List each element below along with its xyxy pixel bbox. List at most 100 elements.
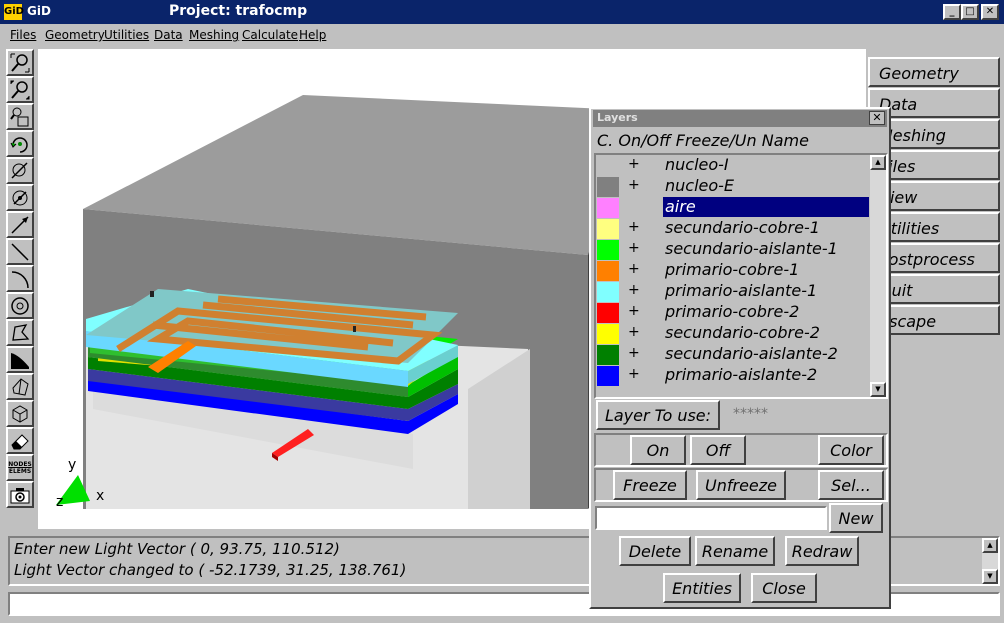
close-icon[interactable]: ✕ xyxy=(869,111,885,125)
layer-list-scrollbar[interactable]: ▲ ▼ xyxy=(870,155,886,397)
eraser-icon[interactable] xyxy=(6,427,34,454)
layer-name[interactable]: secundario-aislante-1 xyxy=(663,239,840,259)
window-title: Project: trafocmp xyxy=(169,3,308,19)
layer-name[interactable]: nucleo-E xyxy=(663,176,736,196)
layer-row[interactable]: + nucleo-E xyxy=(596,176,871,197)
layer-state[interactable]: + xyxy=(628,240,640,256)
menu-geometry[interactable]: Geometry xyxy=(45,28,105,42)
menu-data[interactable]: Data xyxy=(154,28,183,42)
layer-state[interactable]: + xyxy=(628,177,640,193)
straight-line-icon[interactable] xyxy=(6,238,34,265)
menu-files[interactable]: Files xyxy=(10,28,36,42)
line-icon[interactable] xyxy=(6,211,34,238)
layer-to-use-button[interactable]: Layer To use: xyxy=(596,400,720,430)
close-button[interactable]: Close xyxy=(751,573,817,603)
layer-state[interactable]: + xyxy=(628,261,640,277)
new-layer-button[interactable]: New xyxy=(829,503,883,533)
scroll-down-icon[interactable]: ▼ xyxy=(870,382,886,397)
menu-calculate[interactable]: Calculate xyxy=(242,28,298,42)
layer-state[interactable]: + xyxy=(628,303,640,319)
color-button[interactable]: Color xyxy=(818,435,884,465)
close-window-button[interactable]: ✕ xyxy=(981,4,999,20)
layer-state[interactable]: + xyxy=(628,345,640,361)
off-button[interactable]: Off xyxy=(690,435,746,465)
layer-name[interactable]: primario-cobre-1 xyxy=(663,260,801,280)
layer-list[interactable]: + nucleo-I + nucleo-E aire + secundario-… xyxy=(594,153,888,399)
layer-name[interactable]: primario-aislante-2 xyxy=(663,365,819,385)
entities-button[interactable]: Entities xyxy=(663,573,741,603)
on-button[interactable]: On xyxy=(630,435,686,465)
layers-dialog: Layers ✕ C. On/Off Freeze/Un Name + nucl… xyxy=(589,107,891,609)
layer-row[interactable]: + secundario-cobre-1 xyxy=(596,218,871,239)
select-button[interactable]: Sel... xyxy=(818,470,884,500)
menu-help[interactable]: Help xyxy=(299,28,326,42)
layer-color-swatch[interactable] xyxy=(597,303,619,323)
layer-color-swatch[interactable] xyxy=(597,198,619,218)
layer-color-swatch[interactable] xyxy=(597,324,619,344)
new-layer-name-input[interactable] xyxy=(595,506,827,530)
layer-color-swatch[interactable] xyxy=(597,366,619,386)
rp-geometry-button[interactable]: Geometry xyxy=(868,57,1000,87)
polygon-icon[interactable] xyxy=(6,319,34,346)
layer-state[interactable]: + xyxy=(628,324,640,340)
layer-row[interactable]: + primario-aislante-1 xyxy=(596,281,871,302)
layer-color-swatch[interactable] xyxy=(597,345,619,365)
scroll-up-icon[interactable]: ▲ xyxy=(982,538,998,553)
circle-icon[interactable] xyxy=(6,292,34,319)
layers-title: Layers xyxy=(597,111,638,124)
layer-row[interactable]: + primario-cobre-1 xyxy=(596,260,871,281)
zoom-out-icon[interactable] xyxy=(6,76,34,103)
rename-button[interactable]: Rename xyxy=(695,536,775,566)
layer-color-swatch[interactable] xyxy=(597,219,619,239)
nurbs-surface-icon[interactable] xyxy=(6,373,34,400)
layer-color-swatch[interactable] xyxy=(597,156,619,176)
layer-color-swatch[interactable] xyxy=(597,261,619,281)
maximize-button[interactable]: □ xyxy=(961,4,979,20)
layer-color-swatch[interactable] xyxy=(597,282,619,302)
layer-row[interactable]: + secundario-aislante-1 xyxy=(596,239,871,260)
volume-icon[interactable] xyxy=(6,400,34,427)
layer-name[interactable]: aire xyxy=(663,197,869,217)
redraw-button[interactable]: Redraw xyxy=(785,536,859,566)
console-scrollbar[interactable]: ▲ ▼ xyxy=(982,538,998,584)
scroll-up-icon[interactable]: ▲ xyxy=(870,155,886,170)
layer-row[interactable]: aire xyxy=(596,197,871,218)
menu-meshing[interactable]: Meshing xyxy=(189,28,239,42)
menu-utilities[interactable]: Utilities xyxy=(104,28,149,42)
arc-icon[interactable] xyxy=(6,265,34,292)
layer-color-swatch[interactable] xyxy=(597,240,619,260)
layer-name[interactable]: primario-cobre-2 xyxy=(663,302,801,322)
layer-name[interactable]: secundario-cobre-2 xyxy=(663,323,822,343)
zoom-frame-icon[interactable] xyxy=(6,103,34,130)
layer-name[interactable]: nucleo-I xyxy=(663,155,731,175)
layer-state[interactable]: + xyxy=(628,156,640,172)
camera-icon[interactable] xyxy=(6,481,34,508)
unfreeze-button[interactable]: Unfreeze xyxy=(696,470,786,500)
rotate-center-icon[interactable] xyxy=(6,184,34,211)
layer-state[interactable]: + xyxy=(628,366,640,382)
console-line: Enter new Light Vector ( 0, 93.75, 110.5… xyxy=(14,540,340,558)
layer-state[interactable]: + xyxy=(628,282,640,298)
layer-name[interactable]: primario-aislante-1 xyxy=(663,281,819,301)
layer-state[interactable]: + xyxy=(628,219,640,235)
pan-icon[interactable] xyxy=(6,157,34,184)
layer-row[interactable]: + nucleo-I xyxy=(596,155,871,176)
layer-name[interactable]: secundario-cobre-1 xyxy=(663,218,822,238)
minimize-button[interactable]: _ xyxy=(943,4,961,20)
layer-name[interactable]: secundario-aislante-2 xyxy=(663,344,840,364)
delete-button[interactable]: Delete xyxy=(619,536,691,566)
scroll-down-icon[interactable]: ▼ xyxy=(982,569,998,584)
nodes-elems-icon[interactable]: NODES ELEMS xyxy=(6,454,34,481)
freeze-button[interactable]: Freeze xyxy=(613,470,687,500)
layer-to-use-value: ***** xyxy=(733,406,768,422)
surface-icon[interactable] xyxy=(6,346,34,373)
zoom-in-icon[interactable] xyxy=(6,49,34,76)
layer-color-swatch[interactable] xyxy=(597,177,619,197)
layer-row[interactable]: + secundario-cobre-2 xyxy=(596,323,871,344)
layer-row[interactable]: + primario-aislante-2 xyxy=(596,365,871,386)
layer-row[interactable]: + secundario-aislante-2 xyxy=(596,344,871,365)
rotate-icon[interactable] xyxy=(6,130,34,157)
layer-row[interactable]: + primario-cobre-2 xyxy=(596,302,871,323)
gid-logo-icon: GiD xyxy=(4,4,24,20)
menu-bar: Files Geometry Utilities Data Meshing Ca… xyxy=(0,24,1004,46)
